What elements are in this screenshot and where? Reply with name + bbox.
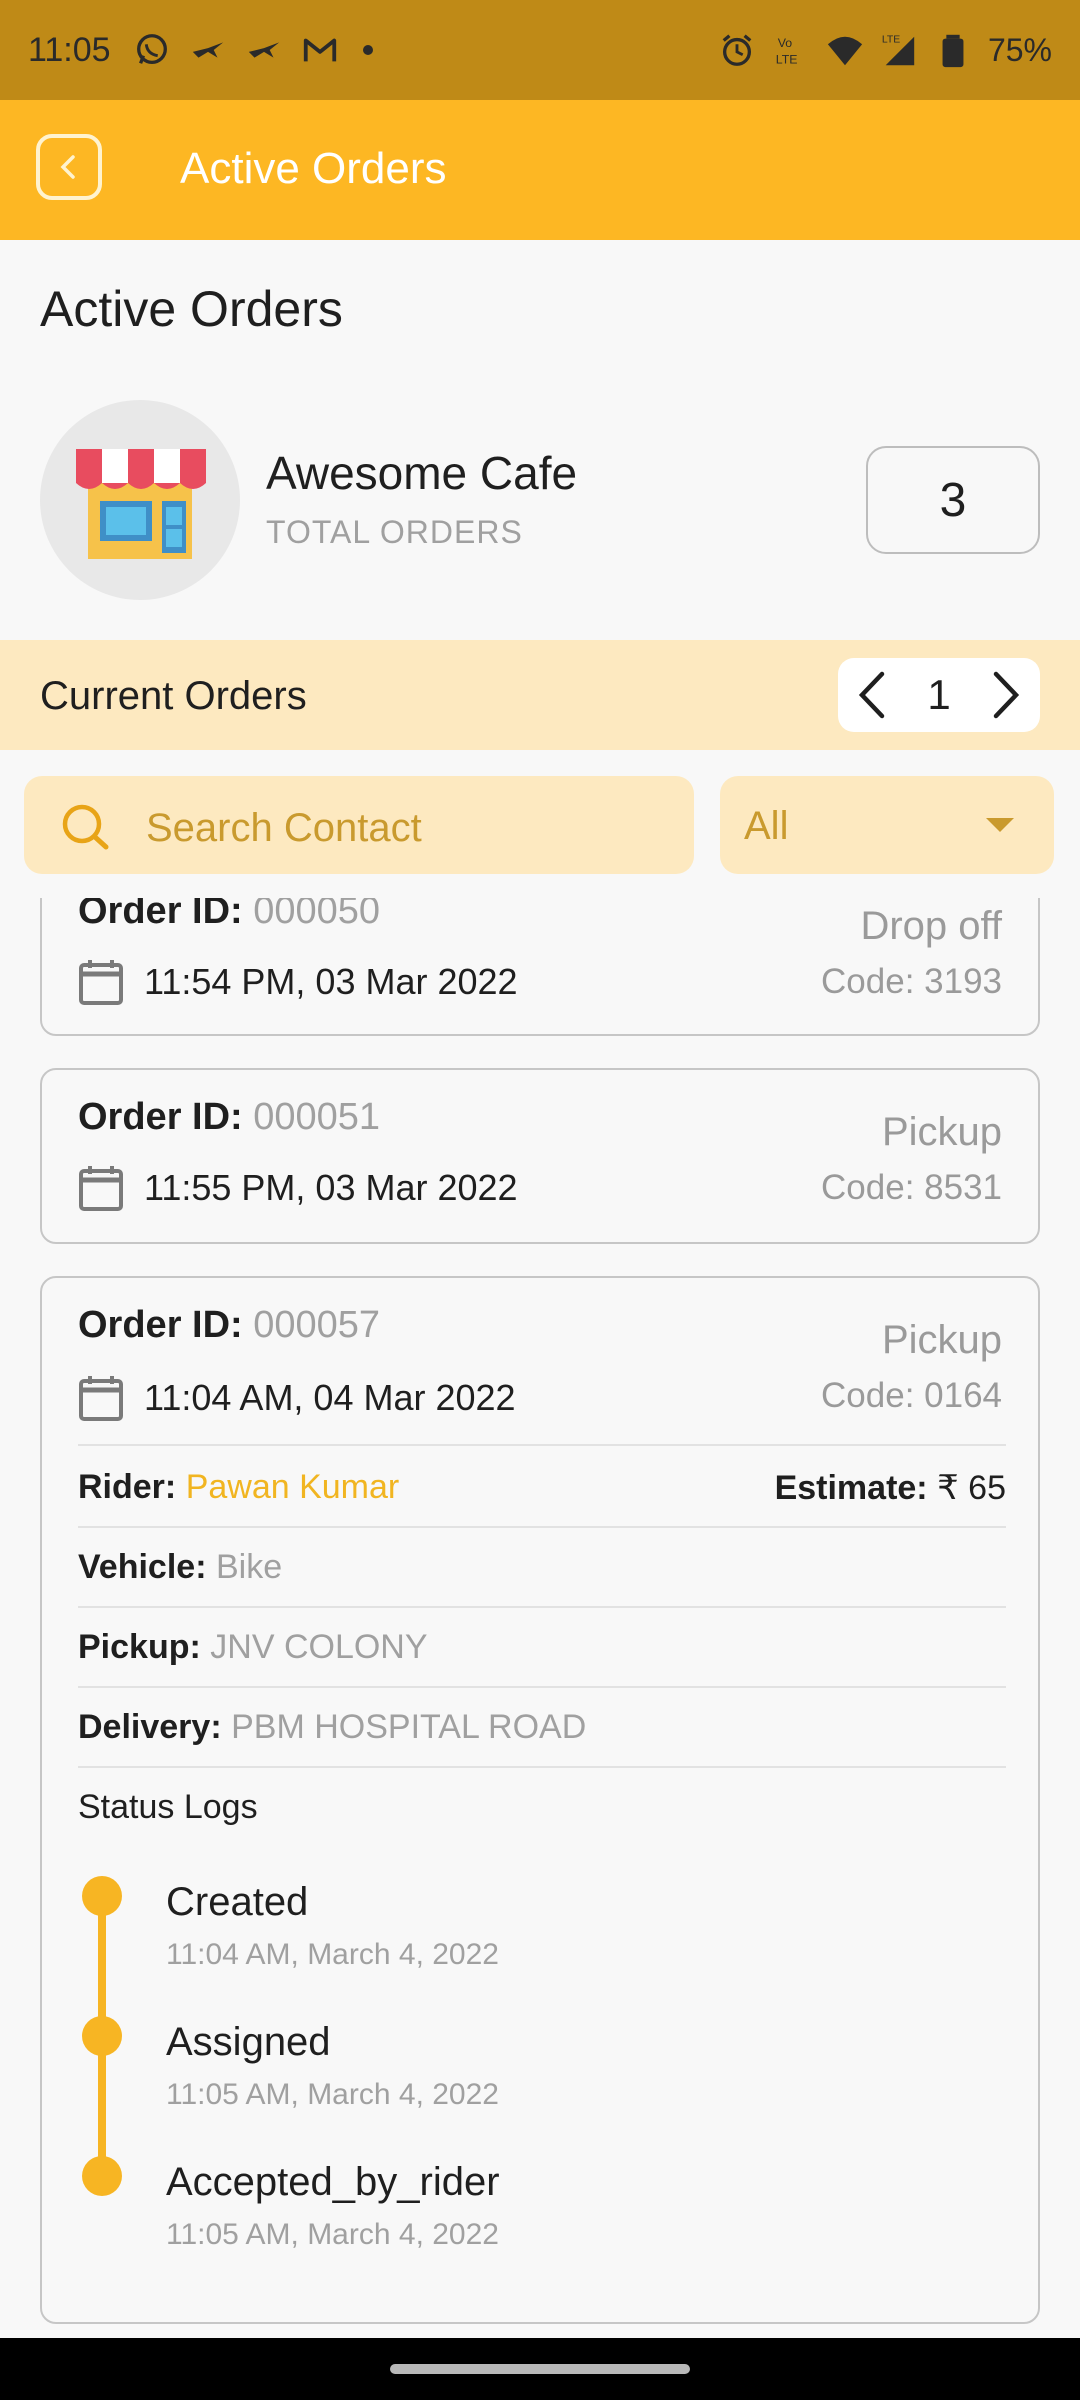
current-orders-title: Current Orders [40, 674, 307, 718]
svg-text:LTE: LTE [882, 34, 900, 45]
bird-icon [248, 42, 279, 58]
home-indicator[interactable] [390, 2364, 690, 2374]
back-button[interactable] [36, 134, 102, 200]
notification-icons [133, 31, 373, 69]
log-status: Accepted_by_rider [166, 2160, 500, 2204]
log-status: Assigned [166, 2020, 331, 2064]
rider-row: Rider: Pawan Kumar Estimate: ₹ 65 [78, 1444, 1006, 1526]
order-type: Drop off [860, 904, 1002, 948]
page-number: 1 [927, 671, 951, 718]
timeline-dot [82, 2156, 122, 2196]
status-logs-title: Status Logs [78, 1788, 258, 1826]
vehicle-value: Bike [215, 1548, 283, 1586]
search-placeholder: Search Contact [146, 806, 422, 850]
order-card[interactable]: Order ID: 000050 11:54 PM, 03 Mar 2022 D… [40, 898, 1040, 1036]
delivery-value: PBM HOSPITAL ROAD [231, 1708, 587, 1746]
order-type: Pickup [881, 1318, 1002, 1362]
signal-icon: LTE [882, 34, 915, 66]
search-input[interactable]: Search Contact [24, 776, 694, 874]
order-date: 11:04 AM, 04 Mar 2022 [144, 1377, 516, 1418]
app-bar-title: Active Orders [180, 144, 447, 193]
pagination: 1 [838, 658, 1040, 732]
store-avatar [40, 400, 240, 600]
dropdown-arrow-icon [986, 818, 1014, 832]
next-page-button[interactable] [986, 670, 1026, 720]
battery-percent: 75% [987, 31, 1052, 68]
order-card[interactable]: Order ID: 000051 11:55 PM, 03 Mar 2022 P… [40, 1068, 1040, 1244]
battery-icon [942, 34, 964, 68]
status-bar: 11:05 Vo LTE LTE 75% [0, 0, 1080, 100]
log-status: Created [166, 1880, 309, 1924]
whatsapp-icon [136, 34, 167, 65]
calendar-icon [79, 960, 123, 1005]
search-icon [62, 804, 109, 850]
system-nav-bar [0, 2338, 1080, 2400]
pickup-row: Pickup: JNV COLONY [78, 1606, 1006, 1686]
svg-text:Vo: Vo [778, 36, 793, 50]
order-type: Pickup [881, 1110, 1002, 1154]
order-date: 11:54 PM, 03 Mar 2022 [144, 961, 518, 1002]
order-list[interactable]: Order ID: 000050 11:54 PM, 03 Mar 2022 D… [0, 898, 1080, 2338]
order-code: Code: 0164 [821, 1376, 1002, 1415]
order-code: Code: 8531 [821, 1168, 1002, 1207]
rider-name[interactable]: Pawan Kumar [186, 1468, 400, 1506]
status-time: 11:05 [28, 30, 111, 69]
volte-icon: Vo LTE [776, 36, 798, 66]
chevron-left-icon [60, 155, 75, 179]
pickup-value: JNV COLONY [210, 1628, 428, 1666]
calendar-icon [79, 1166, 123, 1211]
page-title: Active Orders [40, 281, 343, 337]
svg-text:LTE: LTE [776, 52, 798, 66]
total-orders-count: 3 [866, 446, 1040, 554]
order-id: Order ID: 000057 [78, 1304, 381, 1346]
filter-dropdown[interactable]: All [720, 776, 1054, 874]
log-time: 11:05 AM, March 4, 2022 [166, 2218, 499, 2251]
system-icons: Vo LTE LTE 75% [718, 31, 1052, 69]
timeline-dot [82, 1876, 122, 1916]
current-orders-bar: Current Orders 1 [0, 640, 1080, 750]
prev-page-button[interactable] [852, 670, 892, 720]
estimate: Estimate: ₹ 65 [774, 1469, 1006, 1507]
store-name: Awesome Cafe [266, 447, 578, 499]
wifi-icon [827, 36, 863, 66]
order-code: Code: 3193 [821, 962, 1002, 1001]
total-orders-label: TOTAL ORDERS [266, 514, 523, 550]
order-id: Order ID: 000050 [78, 898, 381, 932]
app-bar: Active Orders [0, 100, 1080, 240]
estimate-value: ₹ 65 [937, 1469, 1006, 1507]
alarm-icon [722, 34, 752, 66]
bird-icon [192, 42, 223, 58]
filter-value: All [744, 804, 789, 848]
vehicle-row: Vehicle: Bike [78, 1526, 1006, 1606]
calendar-icon [79, 1376, 123, 1421]
status-logs-divider [78, 1766, 1006, 1768]
storefront-icon [76, 441, 206, 559]
timeline-dot [82, 2016, 122, 2056]
order-id: Order ID: 000051 [78, 1096, 381, 1138]
dot-icon [362, 45, 373, 55]
order-date: 11:55 PM, 03 Mar 2022 [144, 1167, 518, 1208]
gmail-icon [303, 38, 336, 62]
order-card-expanded[interactable]: Order ID: 000057 11:04 AM, 04 Mar 2022 P… [40, 1276, 1040, 2324]
log-time: 11:05 AM, March 4, 2022 [166, 2078, 499, 2111]
delivery-row: Delivery: PBM HOSPITAL ROAD [78, 1686, 1006, 1766]
log-time: 11:04 AM, March 4, 2022 [166, 1938, 499, 1971]
